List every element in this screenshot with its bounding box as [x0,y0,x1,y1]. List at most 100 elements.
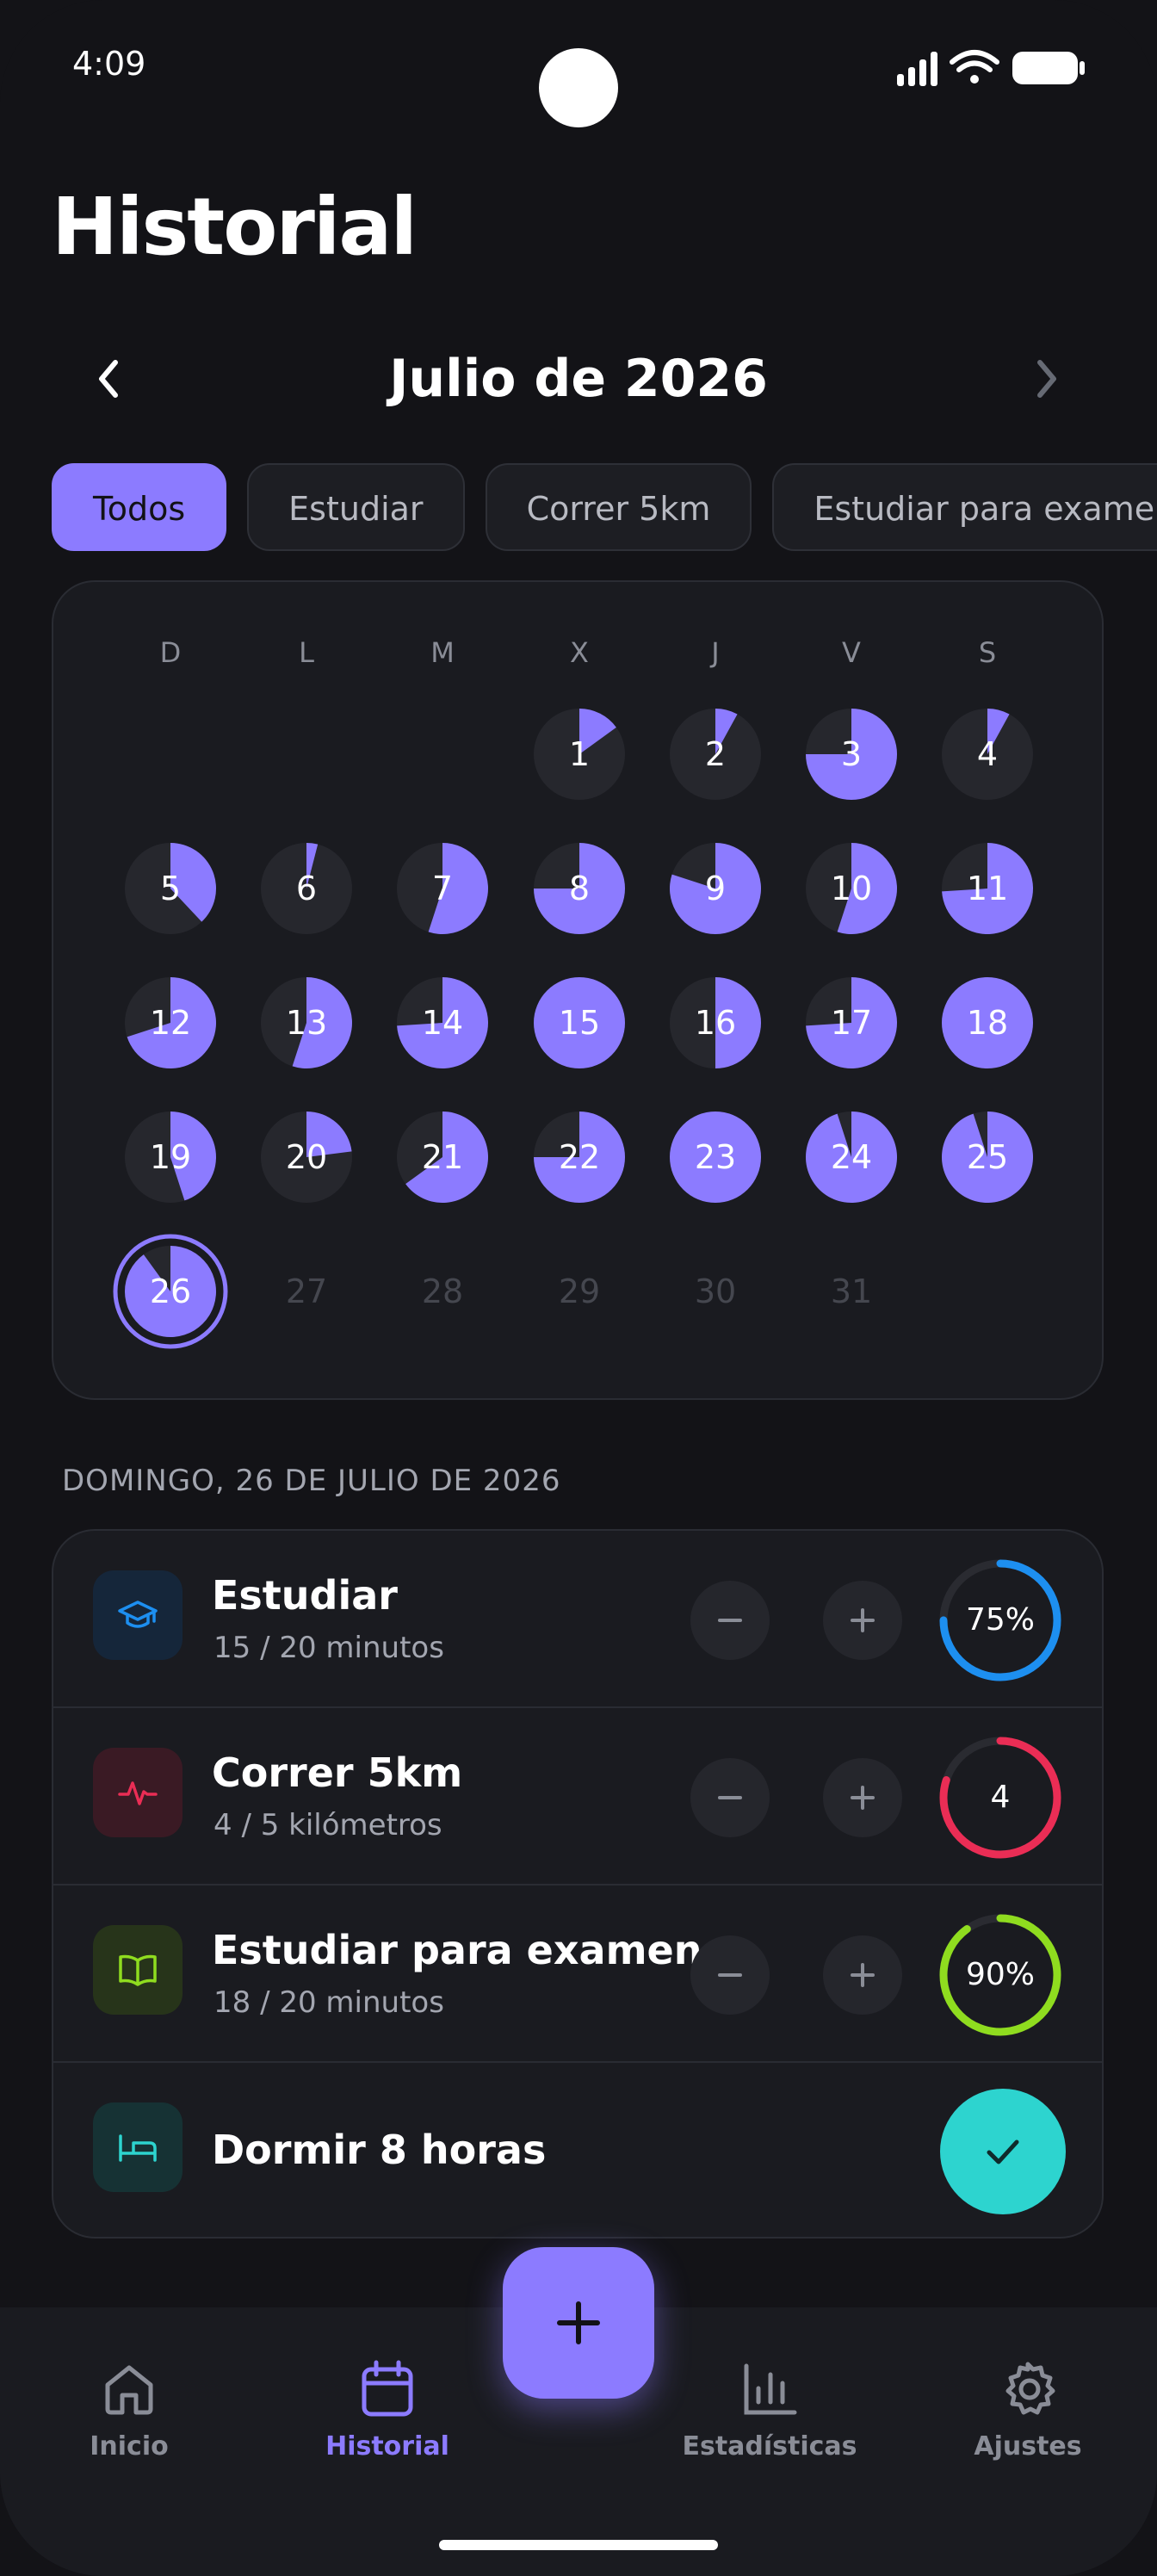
filter-chip-estudiar[interactable]: Estudiar [247,463,465,551]
nav-item-estadisticas[interactable]: Estadísticas [675,2359,864,2461]
day-number: 30 [695,1273,736,1310]
calendar-day-29: 29 [559,1273,600,1310]
weekday-label: X [570,636,589,669]
day-number: 27 [286,1273,327,1310]
day-number: 20 [286,1138,327,1176]
habit-detail: 18 / 20 minutos [213,1985,444,2020]
minus-icon [718,1796,742,1799]
calendar-day-19[interactable]: 19 [125,1112,216,1203]
calendar-day-16[interactable]: 16 [670,977,761,1068]
day-number: 17 [831,1004,872,1042]
calendar-day-7[interactable]: 7 [397,843,488,934]
decrement-button[interactable] [690,1758,770,1837]
habit-name: Dormir 8 horas [212,2127,547,2173]
calendar-card: D L M X J V S 1 2 3 4 5 6 7 8 9 10 11 12 13 14 15 16 17 18 19 20 21… [52,580,1104,1400]
day-number: 22 [559,1138,600,1176]
wifi-icon [950,50,999,84]
bed-icon [93,2102,183,2192]
filter-chip-estudiar-para-examen[interactable]: Estudiar para examen [772,463,1157,551]
decrement-button[interactable] [690,1581,770,1660]
graduation-cap-icon [93,1570,183,1660]
calendar-day-20[interactable]: 20 [261,1112,352,1203]
calendar-day-13[interactable]: 13 [261,977,352,1068]
day-number: 25 [967,1138,1008,1176]
calendar-day-23[interactable]: 23 [670,1112,761,1203]
nav-item-inicio[interactable]: Inicio [34,2359,224,2461]
filter-chip-correr-5km[interactable]: Correr 5km [485,463,752,551]
calendar-day-12[interactable]: 12 [125,977,216,1068]
calendar-day-18[interactable]: 18 [942,977,1033,1068]
battery-icon [1012,52,1085,84]
status-icons [897,50,1085,86]
nav-item-ajustes[interactable]: Ajustes [933,2359,1123,2461]
habit-row-dormir-8-horas[interactable]: Dormir 8 horas [53,2063,1102,2237]
calendar-day-2[interactable]: 2 [670,709,761,800]
calendar-day-8[interactable]: 8 [534,843,625,934]
day-number: 10 [831,870,872,907]
signal-icon [897,52,937,86]
increment-button[interactable] [823,1935,902,2015]
plus-icon [851,1608,875,1632]
calendar-day-22[interactable]: 22 [534,1112,625,1203]
day-number: 2 [705,735,726,773]
calendar-day-11[interactable]: 11 [942,843,1034,934]
calendar-day-17[interactable]: 17 [806,977,897,1068]
habit-row-estudiar[interactable]: Estudiar 15 / 20 minutos 75% [53,1531,1102,1708]
calendar-day-27: 27 [286,1273,327,1310]
weekday-label: S [979,636,996,669]
checkmark-icon [987,2139,1019,2164]
day-number: 14 [422,1004,463,1042]
calendar-day-28: 28 [422,1273,463,1310]
decrement-button[interactable] [690,1935,770,2015]
selected-date-heading: DOMINGO, 26 DE JULIO DE 2026 [62,1464,561,1498]
weekday-label: M [430,636,455,669]
calendar-day-9[interactable]: 9 [669,843,761,934]
day-number: 28 [422,1273,463,1310]
habit-row-correr-5km[interactable]: Correr 5km 4 / 5 kilómetros 4 [53,1708,1102,1886]
gear-icon [1005,2362,1055,2415]
plus-icon [851,1963,875,1987]
plus-icon [851,1786,875,1810]
day-number: 6 [296,870,317,907]
calendar-day-24[interactable]: 24 [805,1112,897,1203]
habit-detail: 4 / 5 kilómetros [213,1808,442,1842]
day-number: 21 [422,1138,463,1176]
calendar-day-4[interactable]: 4 [942,709,1033,800]
calendar-day-26[interactable]: 26 [113,1234,228,1349]
filter-chip-todos[interactable]: Todos [52,463,227,551]
nav-label: Historial [325,2431,449,2461]
calendar-day-1[interactable]: 1 [534,709,625,800]
calendar-day-15[interactable]: 15 [534,977,625,1068]
month-label: Julio de 2026 [389,349,768,409]
calendar-day-31: 31 [831,1273,872,1310]
calendar-day-6[interactable]: 6 [261,843,352,934]
increment-button[interactable] [823,1581,902,1660]
weekday-label: V [842,636,861,669]
calendar-day-3[interactable]: 3 [806,709,897,800]
habit-row-estudiar-para-examen[interactable]: Estudiar para examen 18 / 20 minutos 90% [53,1886,1102,2063]
day-number: 24 [831,1138,872,1176]
calendar-day-10[interactable]: 10 [806,843,897,934]
page-title: Historial [52,181,418,273]
nav-item-historial[interactable]: Historial [293,2359,482,2461]
calendar-day-14[interactable]: 14 [397,977,488,1068]
day-number: 31 [831,1273,872,1310]
home-indicator [439,2540,718,2550]
completed-check-button[interactable] [940,2089,1066,2214]
day-number: 16 [695,1004,736,1042]
chevron-right-icon [1037,360,1056,398]
add-habit-button[interactable] [503,2247,654,2399]
calendar-day-5[interactable]: 5 [125,843,216,934]
calendar-day-21[interactable]: 21 [397,1112,488,1203]
calendar-day-25[interactable]: 25 [941,1112,1033,1203]
day-number: 29 [559,1273,600,1310]
plus-icon [557,2301,600,2344]
day-number: 19 [150,1138,191,1176]
increment-button[interactable] [823,1758,902,1837]
progress-ring-label: 75% [965,1602,1035,1638]
next-month-button[interactable] [1012,344,1081,413]
day-number: 3 [841,735,862,773]
weekday-label: D [160,636,182,669]
activity-pulse-icon [93,1748,183,1837]
calendar-icon [362,2360,413,2417]
